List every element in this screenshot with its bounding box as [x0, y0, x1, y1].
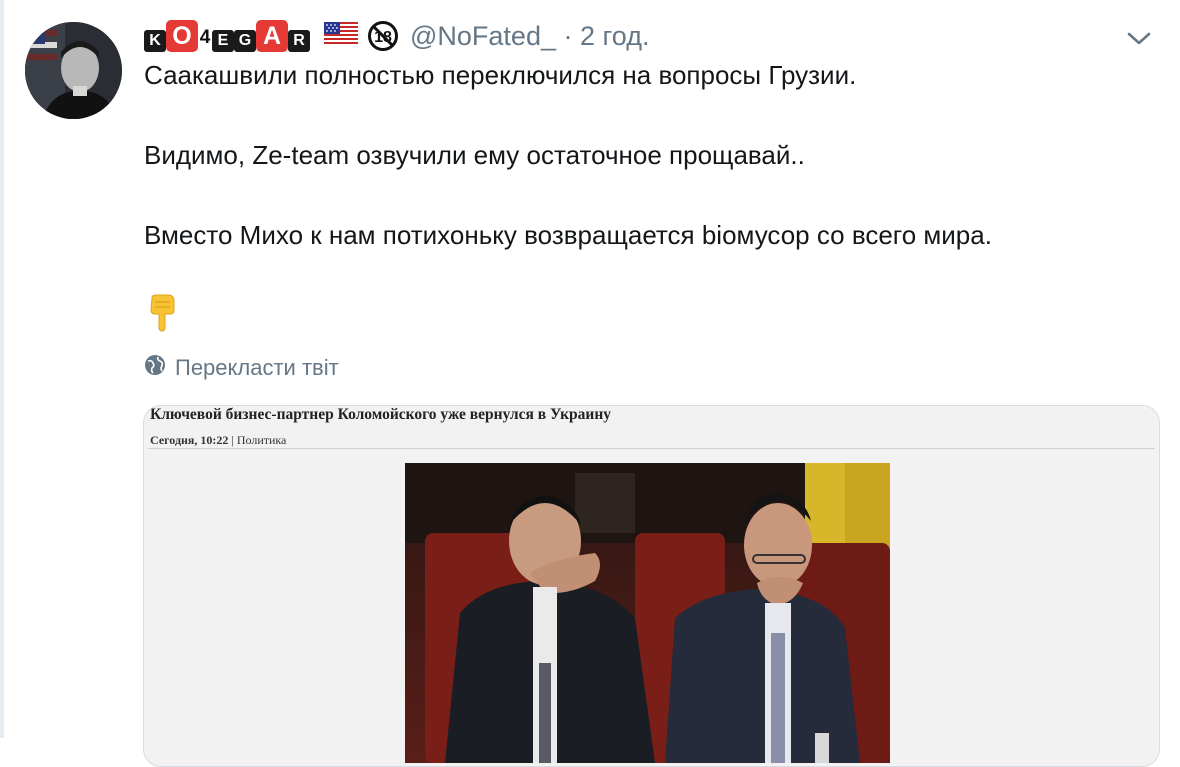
display-name-key: K — [144, 30, 166, 52]
tweet-text-line: Саакашвили полностью переключился на воп… — [144, 60, 857, 90]
article-separator: | — [231, 433, 234, 447]
display-name[interactable]: K O 4 E G A R — [144, 20, 310, 52]
handle-text[interactable]: @NoFated_ — [410, 21, 556, 51]
globe-icon — [144, 354, 166, 381]
tweet-media[interactable]: Ключевой бизнес-партнер Коломойского уже… — [143, 405, 1160, 767]
translate-label: Перекласти твіт — [175, 354, 339, 380]
no-under-18-icon: 18 — [368, 21, 398, 51]
pointing-down-emoji-icon — [146, 294, 178, 337]
article-meta: Сегодня, 10:22 | Политика — [150, 433, 286, 448]
article-photo — [405, 463, 890, 763]
timeline-border — [0, 0, 4, 738]
chevron-down-icon[interactable] — [1126, 30, 1152, 53]
display-name-key: 4 — [199, 27, 211, 48]
display-name-key: G — [234, 30, 256, 52]
article-title: Ключевой бизнес-партнер Коломойского уже… — [150, 406, 612, 423]
display-name-key: O — [166, 20, 198, 52]
article-divider — [148, 448, 1155, 449]
article-date: Сегодня, 10:22 — [150, 433, 229, 447]
display-name-key: R — [288, 30, 310, 52]
us-flag-icon — [324, 21, 358, 51]
avatar[interactable] — [25, 22, 122, 119]
display-name-key: A — [256, 20, 288, 52]
tweet-time[interactable]: · 2 год. — [564, 21, 650, 51]
tweet-text-line: Видимо, Ze-team озвучили ему остаточное … — [144, 140, 805, 170]
display-name-key: E — [212, 30, 234, 52]
translate-tweet-link[interactable]: Перекласти твіт — [144, 354, 339, 381]
article-category: Политика — [236, 433, 287, 447]
tweet-header: K O 4 E G A R 18 @NoFat — [144, 14, 649, 58]
handle[interactable]: @NoFated_ · 2 год. — [410, 21, 649, 52]
tweet-text-line: Вместо Михо к нам потихоньку возвращаетс… — [144, 220, 992, 250]
